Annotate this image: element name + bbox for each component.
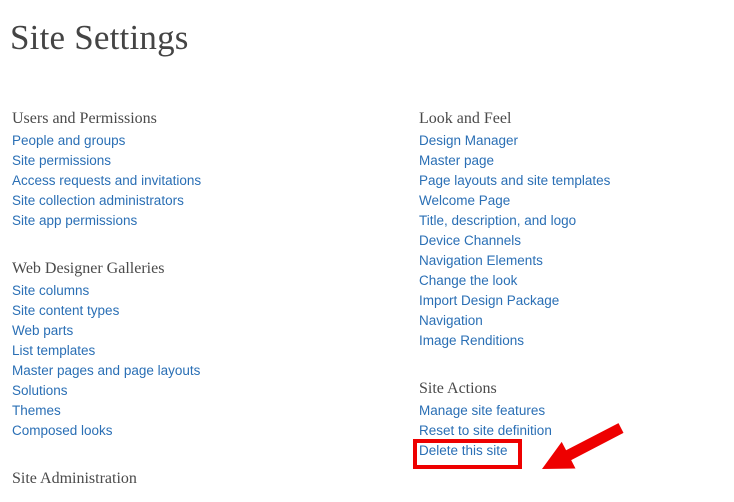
list-item: People and groups [12,131,342,151]
list-item: Title, description, and logo [419,211,734,231]
settings-link-list: People and groups Site permissions Access … [12,131,342,231]
link-delete-this-site[interactable]: Delete this site [419,441,508,461]
link-people-and-groups[interactable]: People and groups [12,131,125,151]
section-heading-site-actions: Site Actions [419,380,497,397]
list-item: Navigation Elements [419,251,734,271]
link-navigation-elements[interactable]: Navigation Elements [419,251,543,271]
list-item: Change the look [419,271,734,291]
list-item: Master page [419,151,734,171]
link-list-templates[interactable]: List templates [12,341,95,361]
list-item: Welcome Page [419,191,734,211]
link-master-pages-and-page-layouts[interactable]: Master pages and page layouts [12,361,200,381]
list-item: Site columns [12,281,342,301]
link-site-collection-administrators[interactable]: Site collection administrators [12,191,184,211]
section-heading-site-administration: Site Administration [12,470,137,487]
link-site-columns[interactable]: Site columns [12,281,89,301]
link-import-design-package[interactable]: Import Design Package [419,291,559,311]
list-item: Design Manager [419,131,734,151]
right-settings-column: Look and Feel Design Manager Master page Pa… [419,108,734,461]
settings-section-users-and-permissions: Users and Permissions People and groups Si… [12,108,342,231]
list-item: Site permissions [12,151,342,171]
list-item: Page layouts and site templates [419,171,734,191]
settings-link-list: Design Manager Master page Page layouts an… [419,131,734,351]
link-access-requests-and-invitations[interactable]: Access requests and invitations [12,171,201,191]
section-heading-web-designer-galleries: Web Designer Galleries [12,260,165,277]
page-title: Site Settings [10,18,189,57]
left-settings-column: Users and Permissions People and groups Si… [12,108,342,491]
link-solutions[interactable]: Solutions [12,381,68,401]
settings-link-list: Manage site features Reset to site defini… [419,401,734,461]
list-item: Site collection administrators [12,191,342,211]
settings-section-look-and-feel: Look and Feel Design Manager Master page Pa… [419,108,734,351]
link-change-the-look[interactable]: Change the look [419,271,517,291]
list-item: Device Channels [419,231,734,251]
link-site-content-types[interactable]: Site content types [12,301,119,321]
link-master-page[interactable]: Master page [419,151,494,171]
link-design-manager[interactable]: Design Manager [419,131,518,151]
section-heading-users-and-permissions: Users and Permissions [12,110,157,127]
link-navigation[interactable]: Navigation [419,311,483,331]
settings-section-web-designer-galleries: Web Designer Galleries Site columns Site c… [12,258,342,441]
list-item: Master pages and page layouts [12,361,342,381]
link-site-permissions[interactable]: Site permissions [12,151,111,171]
list-item: Composed looks [12,421,342,441]
settings-link-list: Site columns Site content types Web parts L… [12,281,342,441]
list-item: Solutions [12,381,342,401]
link-themes[interactable]: Themes [12,401,61,421]
site-settings-page: Site Settings Users and Permissions Peopl… [0,0,734,502]
section-heading-look-and-feel: Look and Feel [419,110,512,127]
list-item: Import Design Package [419,291,734,311]
list-item: Delete this site [419,441,734,461]
settings-section-site-administration: Site Administration [12,468,342,489]
list-item: Navigation [419,311,734,331]
link-image-renditions[interactable]: Image Renditions [419,331,524,351]
list-item: Access requests and invitations [12,171,342,191]
list-item: List templates [12,341,342,361]
link-composed-looks[interactable]: Composed looks [12,421,113,441]
link-site-app-permissions[interactable]: Site app permissions [12,211,137,231]
settings-section-site-actions: Site Actions Manage site features Reset to… [419,378,734,461]
link-web-parts[interactable]: Web parts [12,321,73,341]
link-manage-site-features[interactable]: Manage site features [419,401,545,421]
list-item: Web parts [12,321,342,341]
list-item: Themes [12,401,342,421]
list-item: Manage site features [419,401,734,421]
link-title-description-and-logo[interactable]: Title, description, and logo [419,211,576,231]
link-reset-to-site-definition[interactable]: Reset to site definition [419,421,552,441]
list-item: Reset to site definition [419,421,734,441]
link-device-channels[interactable]: Device Channels [419,231,521,251]
list-item: Site content types [12,301,342,321]
link-page-layouts-and-site-templates[interactable]: Page layouts and site templates [419,171,610,191]
list-item: Image Renditions [419,331,734,351]
link-welcome-page[interactable]: Welcome Page [419,191,510,211]
list-item: Site app permissions [12,211,342,231]
